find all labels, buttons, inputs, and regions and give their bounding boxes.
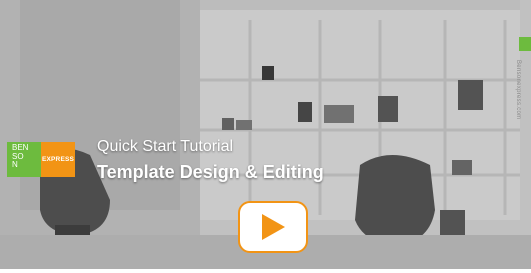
logo-express: EXPRESS [41, 142, 75, 177]
bottom-bar [0, 269, 531, 273]
logo-benson: BEN SO N [7, 142, 41, 177]
logo-line-3: N [12, 160, 18, 170]
video-player[interactable]: BEN SO N EXPRESS Quick Start Tutorial Te… [0, 0, 531, 273]
side-strip-text: Bensonexpress.com [515, 60, 521, 120]
video-subtitle: Quick Start Tutorial [97, 138, 234, 155]
video-title: Template Design & Editing [97, 162, 324, 182]
play-button[interactable] [238, 201, 308, 253]
side-tab[interactable] [519, 37, 531, 51]
play-icon [262, 214, 285, 240]
benson-express-logo: BEN SO N EXPRESS [7, 142, 75, 177]
